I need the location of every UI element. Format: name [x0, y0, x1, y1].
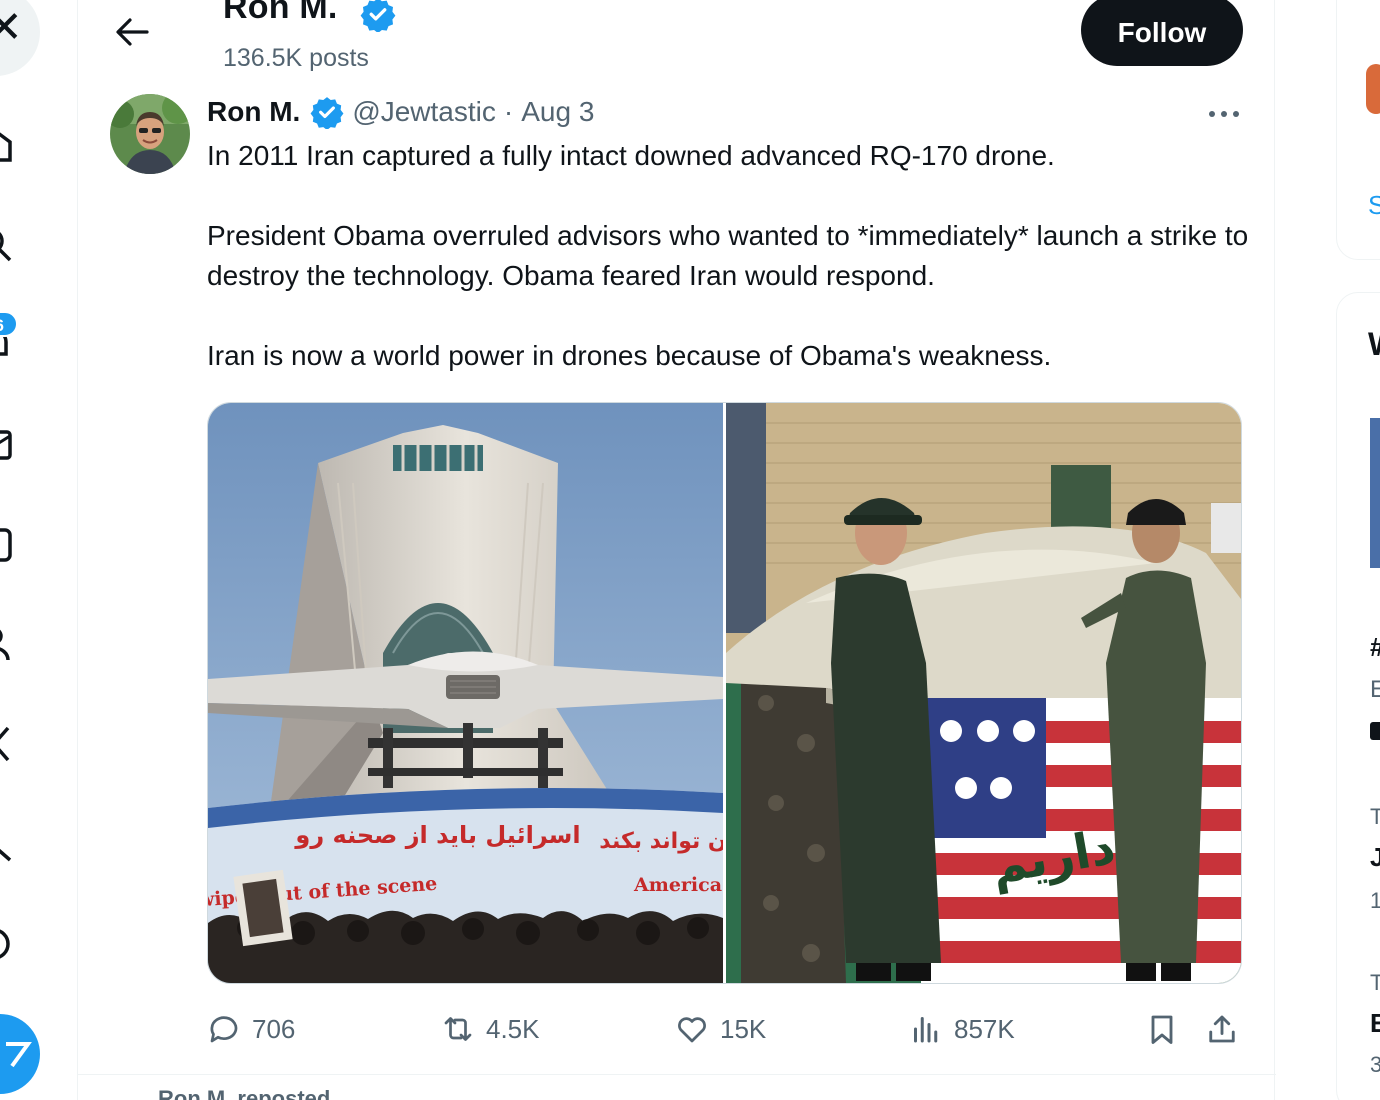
sidebar-icon: [1370, 722, 1380, 740]
avatar[interactable]: [110, 94, 190, 174]
tweet-text-line-1: In 2011 Iran captured a fully intact dow…: [207, 140, 1055, 171]
sidebar-snippet-10: 3: [1370, 1052, 1380, 1077]
back-button[interactable]: [106, 10, 158, 54]
search-icon[interactable]: [0, 224, 14, 264]
home-icon[interactable]: [0, 124, 14, 164]
profile-icon[interactable]: [0, 824, 14, 864]
media-photo-drone-tower[interactable]: اسرائیل باید از صحنه رو ن تواند بکند wip…: [208, 403, 723, 983]
compose-icon: [6, 1042, 32, 1068]
more-icon[interactable]: [0, 924, 14, 964]
main-column: Ron M. 136.5K posts Follow Ron M. @Jewta…: [77, 0, 1276, 1100]
sidebar-snippet-5: T: [1370, 804, 1380, 829]
share-button[interactable]: [1204, 1007, 1250, 1051]
avatar[interactable]: [1366, 64, 1380, 114]
reply-button[interactable]: 706: [206, 1007, 295, 1051]
like-button[interactable]: 15K: [674, 1007, 766, 1051]
tweet-media[interactable]: اسرائیل باید از صحنه رو ن تواند بکند wip…: [207, 402, 1242, 984]
sidebar-snippet-6[interactable]: J: [1370, 842, 1380, 873]
tweet-text-line-2: President Obama overruled advisors who w…: [207, 220, 1249, 291]
banner-farsi-right: ن تواند بکند: [599, 829, 723, 854]
reply-icon: [210, 1016, 238, 1043]
sidebar-snippet-9[interactable]: E: [1370, 1008, 1380, 1039]
bookmark-button[interactable]: [1144, 1007, 1190, 1051]
author-handle[interactable]: @Jewtastic: [352, 96, 496, 128]
left-nav: ✕ 6: [0, 0, 78, 1100]
notification-badge: 6: [0, 311, 18, 337]
repost-count: 4.5K: [486, 1013, 540, 1044]
author-name[interactable]: Ron M.: [207, 96, 300, 128]
bookmark-icon: [1151, 1015, 1173, 1044]
views-button[interactable]: 857K: [908, 1007, 1015, 1051]
communities-icon[interactable]: [0, 624, 14, 664]
sidebar-snippet-8: T: [1370, 970, 1380, 995]
next-tweet-repost-label: Ron M. reposted: [158, 1086, 331, 1100]
right-sidebar: S W # E T J 1 T E 3: [1336, 0, 1380, 1100]
sidebar-snippet-4: E: [1370, 676, 1380, 703]
more-options-icon[interactable]: [1206, 102, 1242, 126]
repost-icon: [444, 1017, 472, 1041]
tweet-text-line-3: Iran is now a world power in drones beca…: [207, 340, 1052, 371]
reply-count: 706: [252, 1013, 296, 1044]
views-icon: [914, 1017, 938, 1043]
sidebar-snippet-3[interactable]: #: [1370, 632, 1380, 663]
separator: ·: [503, 96, 514, 127]
page-title: Ron M.: [223, 0, 338, 26]
profile-header: Ron M. 136.5K posts Follow: [78, 0, 1276, 82]
like-icon: [678, 1017, 706, 1043]
tweet-actions: 706 4.5K 15K 857K: [78, 1007, 1276, 1057]
posts-count: 136.5K posts: [223, 44, 369, 72]
grok-icon[interactable]: [0, 524, 14, 564]
banner-farsi-left: اسرائیل باید از صحنه رو: [294, 821, 580, 849]
banner-english-right: America: [633, 874, 722, 896]
like-count: 15K: [720, 1013, 767, 1044]
follow-button[interactable]: Follow: [1081, 0, 1243, 66]
tweet-header: Ron M. @Jewtastic · Aug 3: [207, 94, 594, 130]
media-photo-drone-officers[interactable]: داریم: [726, 403, 1241, 983]
sidebar-snippet-2: W: [1368, 326, 1380, 363]
x-logo-icon: ✕: [0, 3, 23, 52]
verified-icon: [360, 0, 396, 37]
repost-button[interactable]: 4.5K: [440, 1007, 540, 1051]
tweet[interactable]: Ron M. @Jewtastic · Aug 3 In 2011 Iran c…: [78, 82, 1276, 1075]
sidebar-card-top: [1336, 0, 1380, 260]
tweet-date[interactable]: Aug 3: [521, 96, 594, 128]
sidebar-image[interactable]: [1370, 418, 1380, 568]
compose-button[interactable]: [0, 1014, 40, 1094]
tweet-text: In 2011 Iran captured a fully intact dow…: [207, 136, 1257, 376]
sidebar-snippet-1[interactable]: S: [1368, 190, 1380, 221]
back-arrow-icon: [116, 18, 149, 46]
share-icon: [1209, 1015, 1235, 1043]
verified-icon: [310, 95, 344, 130]
sidebar-snippet-7: 1: [1370, 888, 1380, 913]
messages-icon[interactable]: [0, 424, 14, 464]
views-count: 857K: [954, 1013, 1015, 1044]
premium-icon[interactable]: [0, 724, 14, 764]
